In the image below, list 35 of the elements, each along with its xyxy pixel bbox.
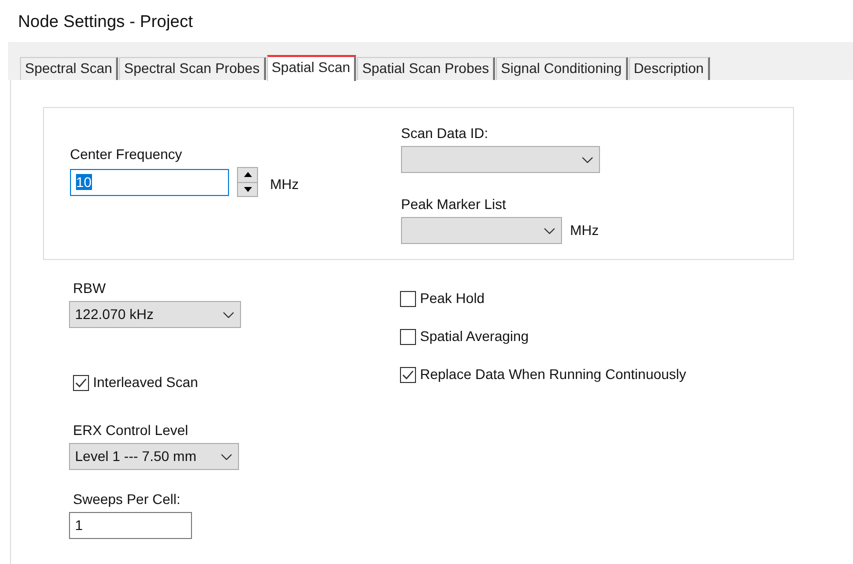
checkbox-label[interactable]: Interleaved Scan bbox=[93, 374, 198, 391]
field-label: Center Frequency bbox=[70, 146, 184, 163]
tab[interactable]: Spatial Scan Probes bbox=[357, 57, 496, 80]
chevron-down-icon bbox=[582, 156, 593, 162]
input-field[interactable]: 1 bbox=[69, 512, 192, 539]
checkbox[interactable] bbox=[400, 366, 416, 382]
dropdown[interactable]: 122.070 kHz bbox=[69, 301, 241, 328]
field-label: Peak Marker List bbox=[401, 196, 508, 213]
tab[interactable]: Spectral Scan bbox=[20, 57, 118, 80]
chevron-down-icon bbox=[223, 312, 234, 318]
field-label: RBW bbox=[73, 280, 107, 297]
unit-label: MHz bbox=[270, 174, 299, 194]
input-field[interactable]: 10 bbox=[70, 168, 229, 196]
tab[interactable]: Signal Conditioning bbox=[496, 57, 628, 80]
checkbox[interactable] bbox=[400, 290, 416, 306]
tab[interactable]: Description bbox=[628, 57, 710, 80]
checkbox-label[interactable]: Spatial Averaging bbox=[420, 328, 529, 345]
unit-label: MHz bbox=[570, 221, 599, 240]
tab[interactable]: Spectral Scan Probes bbox=[119, 57, 266, 80]
checkbox-label[interactable]: Peak Hold bbox=[420, 290, 485, 307]
window-title: Node Settings - Project bbox=[17, 11, 194, 33]
checkbox[interactable] bbox=[73, 374, 89, 390]
up-arrow-icon bbox=[244, 172, 252, 178]
field-label: Scan Data ID: bbox=[401, 125, 490, 142]
dropdown[interactable]: Level 1 --- 7.50 mm bbox=[69, 443, 239, 470]
chevron-down-icon bbox=[544, 228, 555, 234]
checkmark-icon bbox=[402, 370, 414, 380]
tab[interactable]: Spatial Scan bbox=[266, 55, 356, 81]
field-label: Sweeps Per Cell: bbox=[73, 491, 182, 508]
down-arrow-icon bbox=[244, 186, 252, 192]
checkbox-label[interactable]: Replace Data When Running Continuously bbox=[420, 366, 686, 383]
field-label: ERX Control Level bbox=[73, 422, 190, 439]
chevron-down-icon bbox=[221, 454, 232, 460]
checkmark-icon bbox=[75, 378, 87, 388]
checkbox[interactable] bbox=[400, 328, 416, 344]
